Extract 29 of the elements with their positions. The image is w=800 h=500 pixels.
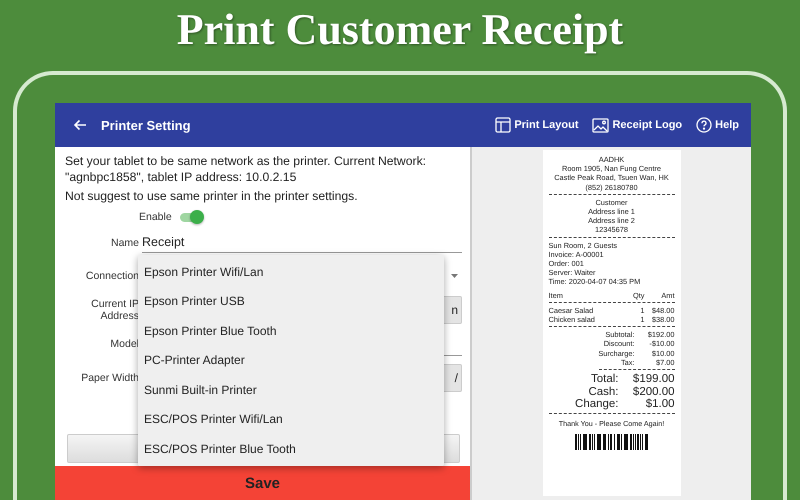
name-field[interactable]: Receipt <box>142 233 462 253</box>
total-value: $199.00 <box>632 373 674 386</box>
toolbar-action[interactable]: Print Layout <box>491 117 582 133</box>
save-button[interactable]: Save <box>55 466 470 500</box>
menu-item[interactable]: Epson Printer Wifi/Lan <box>138 257 444 286</box>
info-text: Set your tablet to be same network as the printer. Current Network: "agnbpc1858", tablet IP address: 10.0.2.15 <box>65 153 428 185</box>
screen-title: Printer Setting <box>101 118 192 132</box>
total-value: $1.00 <box>644 398 674 411</box>
toolbar-action[interactable]: Help <box>692 117 743 133</box>
field-label: Enable <box>139 211 172 223</box>
back-icon[interactable] <box>73 119 87 131</box>
info-text: Not suggest to use same printer in the printer settings. <box>65 188 359 204</box>
dropdown-arrow-icon[interactable] <box>451 274 458 278</box>
total-label: Total: <box>590 373 618 386</box>
layout-icon <box>495 117 512 133</box>
field-label: Connection <box>84 270 139 282</box>
menu-item[interactable]: ESC/POS Printer Wifi/Lan <box>138 404 444 434</box>
total-label: Change: <box>574 398 618 411</box>
total-value: $200.00 <box>632 386 674 398</box>
total-label: Cash: <box>587 386 618 398</box>
help-icon <box>696 117 712 133</box>
field-label: Paper Width <box>80 372 139 384</box>
image-icon <box>592 118 610 132</box>
banner-title: Print Customer Receipt <box>176 4 624 54</box>
field-label: Name <box>110 237 139 249</box>
enable-switch[interactable] <box>180 212 202 222</box>
field-label: Current IP Address <box>90 298 139 322</box>
toolbar-action[interactable]: Receipt Logo <box>588 118 686 132</box>
menu-item[interactable]: ESC/POS Printer Blue Tooth <box>138 434 444 464</box>
